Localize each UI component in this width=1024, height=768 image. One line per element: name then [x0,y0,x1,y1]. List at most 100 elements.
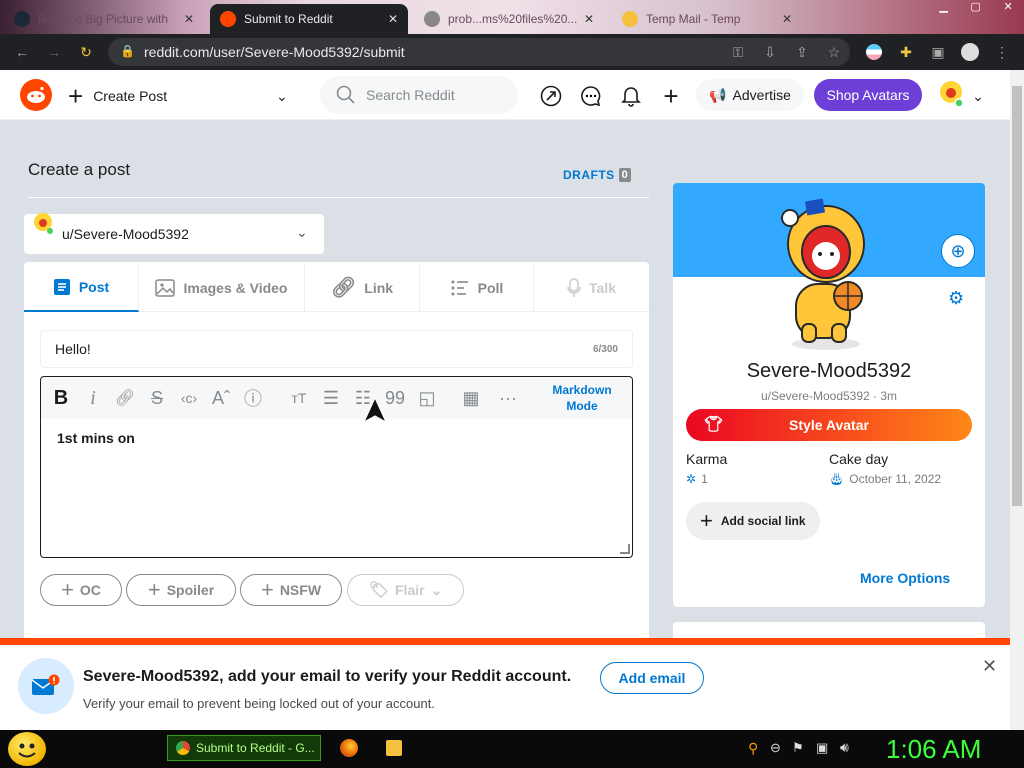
mouse-cursor-icon [362,396,388,424]
close-icon[interactable]: ✕ [982,656,997,677]
browser-tab-active[interactable]: Submit to Reddit ✕ [210,4,408,34]
inline-code-icon[interactable]: ‹c› [176,386,202,410]
close-tab-icon[interactable]: ✕ [388,12,398,26]
tray-minus-icon[interactable]: ⊖ [770,740,781,756]
spoiler-icon[interactable]: ⓘ [240,386,266,410]
add-email-button[interactable]: Add email [600,662,704,694]
globe-icon [424,11,440,27]
oc-button[interactable]: + OC [40,574,122,606]
nsfw-button[interactable]: + NSFW [240,574,342,606]
network-icon[interactable]: ▣ [816,740,828,756]
tab-poll[interactable]: Poll [420,264,534,312]
tray-flag-icon[interactable]: ⚑ [792,740,804,756]
popular-arrow-icon[interactable] [538,80,564,112]
create-post-dropdown[interactable]: + Create Post ⌄ [68,80,308,112]
user-avatar[interactable] [938,79,964,109]
profile-avatar-image [776,194,876,354]
megaphone-icon: 📢 [709,86,727,103]
taskbar [0,730,1024,768]
close-tab-icon[interactable]: ✕ [584,12,594,26]
post-doc-icon [53,279,70,295]
tab-images-video[interactable]: Images & Video [139,264,305,312]
profile-icon[interactable] [960,42,980,62]
settings-gear-icon[interactable]: ⚙ [948,288,964,309]
plus-icon: + [61,577,74,602]
flag-extension-icon[interactable] [864,42,884,62]
start-button-smiley-icon[interactable] [8,732,46,766]
spoiler-button[interactable]: + Spoiler [126,574,236,606]
flair-button[interactable]: 🏷︎ Flair ⌄ [347,574,464,606]
back-icon[interactable]: ← [12,42,32,62]
window-controls: ▁ ▢ ✕ [928,0,1024,16]
resize-handle-icon[interactable] [620,544,630,554]
volume-icon[interactable]: 🔊︎ [840,739,849,756]
shirt-icon: 👕︎ [704,416,724,433]
karma-label: Karma [686,451,728,467]
markdown-mode-button[interactable]: Markdown Mode [540,382,624,414]
chat-icon[interactable] [578,80,604,112]
browser-tab[interactable]: Temp Mail - Temp ✕ [612,4,802,34]
advertise-button[interactable]: 📢 Advertise [696,79,804,111]
steam-icon [14,11,30,27]
folder-icon[interactable] [386,740,402,756]
profile-username: Severe-Mood5392 [746,360,912,382]
firefox-icon[interactable] [340,739,358,757]
superscript-icon[interactable]: Aˆ [208,386,234,410]
search-input[interactable]: Search Reddit [320,76,518,114]
side-panel-icon[interactable]: ▣ [928,42,948,62]
tab-post[interactable]: Post [24,264,139,312]
plus-icon: + [68,81,84,111]
notification-bell-icon[interactable] [618,80,644,112]
heading-icon[interactable]: ᴛT [286,386,312,410]
link-format-icon[interactable]: 🔗︎ [112,386,138,410]
table-icon[interactable]: ▦ [458,386,484,410]
search-tray-icon[interactable]: ⚲ [748,740,758,757]
tab-talk[interactable]: Talk [534,264,649,312]
tab-link[interactable]: 🔗︎ Link [305,264,420,312]
close-tab-icon[interactable]: ✕ [184,12,194,26]
scrollbar-thumb[interactable] [1012,86,1022,506]
more-options-button[interactable]: More Options [860,570,950,586]
create-post-plus-icon[interactable]: + [658,80,684,112]
share-icon[interactable]: ⇪ [792,42,812,62]
reddit-logo-icon[interactable] [20,79,52,111]
add-banner-image-icon[interactable]: ⊕ [941,234,975,268]
forward-icon[interactable]: → [44,42,64,62]
maximize-icon[interactable]: ▢ [970,0,980,16]
key-icon[interactable]: ⚿ [728,42,748,62]
community-selector[interactable]: u/Severe-Mood5392 ⌄ [24,213,324,254]
drafts-button[interactable]: DRAFTS 0 [563,168,632,182]
page-title: Create a post [28,160,131,179]
minimize-icon[interactable]: ▁ [939,0,947,16]
verify-email-title: Severe-Mood5392, add your email to verif… [83,668,572,685]
karma-value: ✲ 1 [686,472,708,486]
close-tab-icon[interactable]: ✕ [782,12,792,26]
bold-icon[interactable]: B [48,386,74,410]
email-alert-icon [18,658,74,714]
post-title-input[interactable]: Hello! 6/300 [40,330,633,368]
strikethrough-icon[interactable]: S [144,386,170,410]
bookmark-star-icon[interactable]: ☆ [824,42,844,62]
menu-kebab-icon[interactable]: ⋮ [992,42,1012,62]
taskbar-chrome-task[interactable]: Submit to Reddit - G... [167,735,321,761]
reload-icon[interactable]: ↻ [76,42,96,62]
add-social-link-button[interactable]: + Add social link [686,502,820,540]
post-body-text: 1st mins on [57,430,135,446]
code-block-icon[interactable]: ◱ [414,386,440,410]
chevron-down-icon: ⌄ [296,224,308,240]
plus-icon: + [260,577,274,602]
bulleted-list-icon[interactable]: ☰ [318,386,344,410]
italic-icon[interactable]: i [80,386,106,410]
more-options-icon[interactable]: ··· [495,386,521,410]
tag-icon: 🏷︎ [368,582,389,599]
browser-tab[interactable]: Replace Big Picture with ✕ [4,4,204,34]
style-avatar-button[interactable]: 👕︎ Style Avatar [686,409,972,441]
user-menu-chevron-icon[interactable]: ⌄ [970,80,986,112]
title-divider [28,197,649,198]
extensions-puzzle-icon[interactable]: ✚ [896,42,916,62]
shop-avatars-button[interactable]: Shop Avatars [814,79,922,111]
browser-tab[interactable]: prob...ms%20files%20... ✕ [414,4,604,34]
drafts-count-badge: 0 [618,168,632,182]
install-icon[interactable]: ⇩ [760,42,780,62]
close-window-icon[interactable]: ✕ [1003,0,1012,16]
